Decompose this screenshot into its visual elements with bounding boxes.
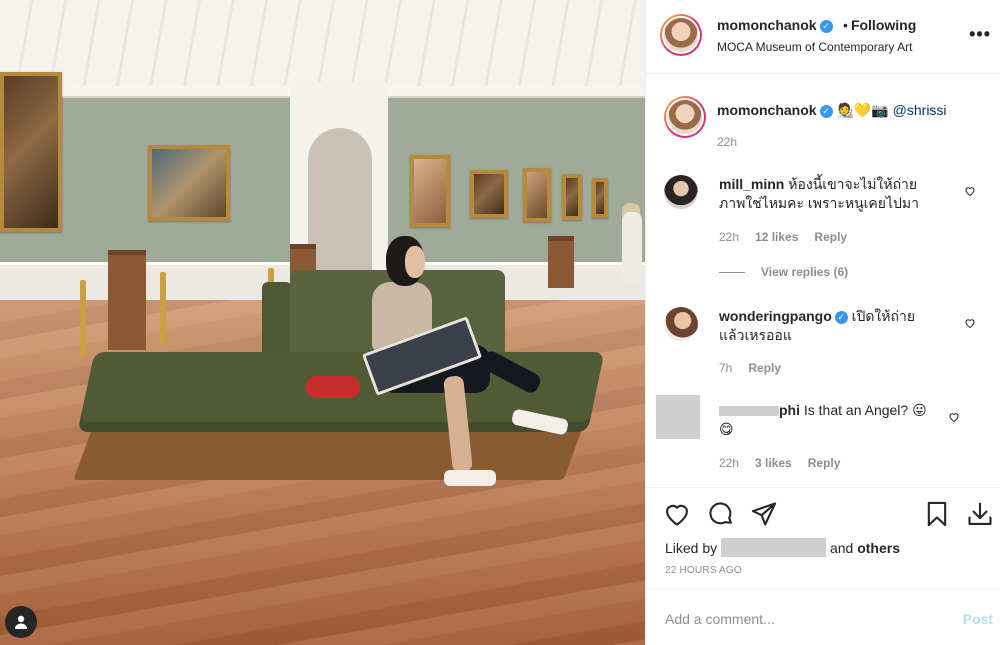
comment-time[interactable]: 22h xyxy=(719,230,739,244)
comment-text: wonderingpango ✓ เปิดให้ถ่าย แล้วเหรออแ xyxy=(719,307,959,345)
redacted-username xyxy=(719,406,779,417)
more-icon[interactable]: ••• xyxy=(969,24,991,45)
download-icon[interactable] xyxy=(966,500,994,528)
comment-meta: 22h 3 likes Reply xyxy=(719,456,840,470)
post-button[interactable]: Post xyxy=(963,611,993,627)
info-pedestal xyxy=(548,236,574,288)
comment-likes[interactable]: 3 likes xyxy=(755,456,792,470)
caption-emoji: 🧑‍🎨💛📷 xyxy=(836,102,889,118)
comment-meta: 7h Reply xyxy=(719,361,781,375)
comment-username[interactable]: phi xyxy=(779,402,800,418)
red-bag xyxy=(306,376,360,398)
comment-composer: Add a comment... Post xyxy=(646,588,1000,645)
reply-button[interactable]: Reply xyxy=(748,361,781,375)
post-timestamp[interactable]: 22 HOURS AGO xyxy=(665,565,742,576)
painting xyxy=(410,155,450,227)
comment-line: แล้วเหรออแ xyxy=(719,327,792,343)
post-actions: Liked by and others 22 HOURS AGO xyxy=(646,487,1000,587)
commenter-avatar[interactable] xyxy=(656,395,700,439)
comments-list: momonchanok ✓ 🧑‍🎨💛📷 @shrissi 22h mill_min… xyxy=(646,75,1000,487)
comment-username[interactable]: wonderingpango xyxy=(719,308,832,324)
painting xyxy=(148,145,230,221)
comment-username[interactable]: mill_minn xyxy=(719,176,784,192)
comment-line: Is that an Angel? 😛 xyxy=(803,402,927,418)
caption-mention[interactable]: @shrissi xyxy=(893,102,947,118)
liked-by-suffix: and xyxy=(829,540,854,556)
commenter-avatar[interactable] xyxy=(664,175,698,209)
painting xyxy=(562,174,582,220)
gallery-ceiling xyxy=(0,0,645,92)
author-username[interactable]: momonchanok xyxy=(717,17,817,33)
caption-text: momonchanok ✓ 🧑‍🎨💛📷 @shrissi xyxy=(717,101,987,120)
heart-icon[interactable] xyxy=(964,185,976,197)
painting xyxy=(470,170,508,218)
separator-dot: • xyxy=(843,17,848,33)
comment-likes[interactable]: 12 likes xyxy=(755,230,798,244)
person-face xyxy=(405,246,425,278)
view-replies-button[interactable]: View replies (6) xyxy=(719,265,848,279)
caption-meta: 22h xyxy=(717,135,737,149)
post-photo[interactable] xyxy=(0,0,645,645)
reply-button[interactable]: Reply xyxy=(808,456,841,470)
bookmark-icon[interactable] xyxy=(923,500,951,528)
painting xyxy=(523,168,551,222)
heart-icon[interactable] xyxy=(948,411,960,423)
post-side-panel: momonchanok ✓ • Following MOCA Museum of C… xyxy=(645,0,1000,645)
caption-username[interactable]: momonchanok xyxy=(717,102,817,118)
comment-time[interactable]: 7h xyxy=(719,361,732,375)
reply-button[interactable]: Reply xyxy=(814,230,847,244)
info-pedestal xyxy=(108,250,146,350)
rope-post xyxy=(160,272,166,344)
white-sandal xyxy=(444,470,496,486)
comment-line: ห้องนี้เขาจะไม่ให้ถ่าย xyxy=(788,176,918,192)
arch-doorway xyxy=(308,128,372,278)
visitor-figure xyxy=(622,212,642,282)
heart-icon[interactable] xyxy=(663,500,691,528)
view-replies-label: View replies (6) xyxy=(761,265,849,279)
comment-emoji: 😋 xyxy=(719,421,734,437)
liked-by: Liked by and others xyxy=(665,538,900,557)
comment-text: mill_minn ห้องนี้เขาจะไม่ให้ถ่าย ภาพใช่ไ… xyxy=(719,175,959,213)
location-link[interactable]: MOCA Museum of Contemporary Art xyxy=(717,40,912,54)
painting xyxy=(592,178,608,218)
commenter-avatar[interactable] xyxy=(664,307,698,341)
others-link[interactable]: others xyxy=(857,540,900,556)
comment-input[interactable]: Add a comment... xyxy=(665,611,775,627)
comment-time[interactable]: 22h xyxy=(719,456,739,470)
share-icon[interactable] xyxy=(750,500,778,528)
comment-meta: 22h 12 likes Reply xyxy=(719,230,847,244)
comment-icon[interactable] xyxy=(707,500,735,528)
redacted-liker xyxy=(721,538,827,557)
comment-line: ภาพใช่ไหมคะ เพราะหนูเคยไปมา xyxy=(719,195,920,211)
verified-icon: ✓ xyxy=(819,20,833,33)
header-title-row: momonchanok ✓ • Following xyxy=(717,17,916,35)
painting xyxy=(0,72,62,232)
replies-divider xyxy=(719,271,745,273)
post-header: momonchanok ✓ • Following MOCA Museum of C… xyxy=(646,0,1000,74)
heart-icon[interactable] xyxy=(964,317,976,329)
following-button[interactable]: Following xyxy=(851,17,916,33)
liked-by-prefix: Liked by xyxy=(665,540,718,556)
author-avatar[interactable] xyxy=(664,96,706,138)
comment-text: phi Is that an Angel? 😛 😋 xyxy=(719,401,959,439)
verified-icon: ✓ xyxy=(834,311,848,324)
caption-time[interactable]: 22h xyxy=(717,135,737,149)
author-avatar[interactable] xyxy=(660,14,702,56)
rope-post xyxy=(80,280,86,356)
user-tag-icon[interactable] xyxy=(5,606,37,638)
verified-icon: ✓ xyxy=(819,105,833,118)
comment-line: เปิดให้ถ่าย xyxy=(851,308,916,324)
